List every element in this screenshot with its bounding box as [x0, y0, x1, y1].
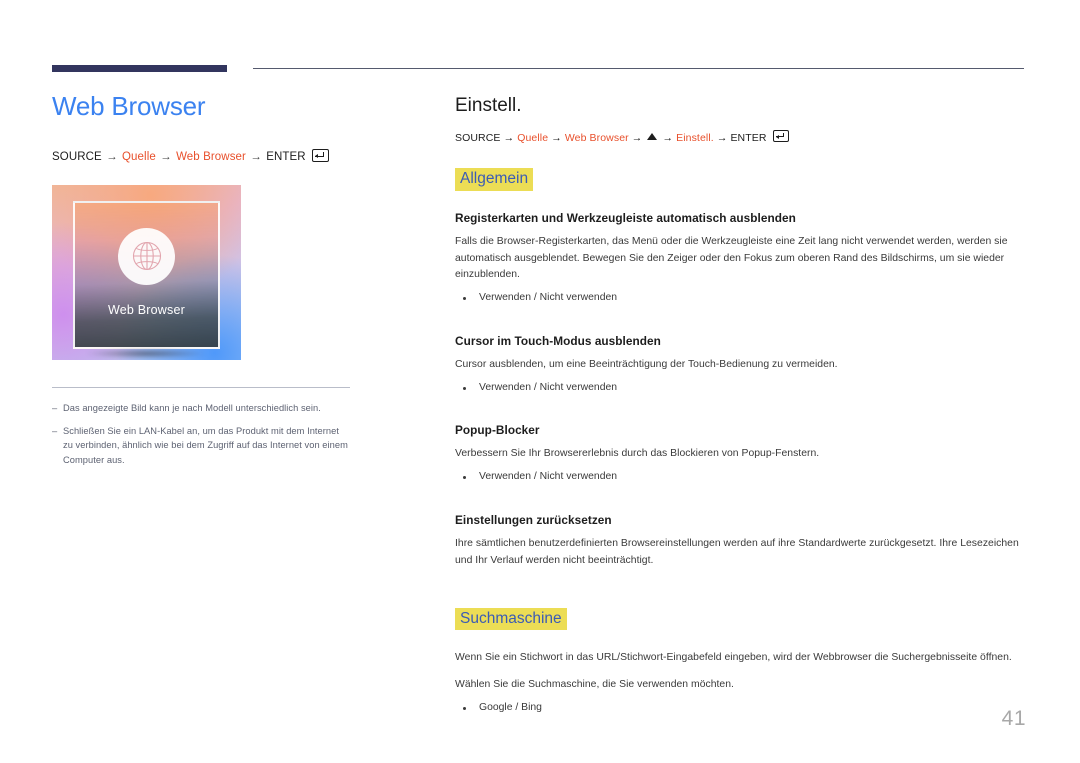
right-column: Einstell. SOURCE → Quelle → Web Browser … — [455, 95, 1025, 717]
setting-title: Cursor im Touch-Modus ausblenden — [455, 333, 661, 348]
setting-description: Verbessern Sie Ihr Browsererlebnis durch… — [455, 448, 820, 460]
setting-description: Cursor ausblenden, um eine Beeinträchtig… — [455, 358, 838, 370]
header-rule-line — [253, 68, 1024, 69]
arrow-icon: → — [503, 131, 515, 144]
setting-item: Popup-Blocker Verbessern Sie Ihr Browser… — [455, 423, 1025, 485]
setting-options: Verwenden / Nicht verwenden — [455, 469, 1025, 486]
arrow-icon: → — [631, 131, 643, 144]
setting-item: Einstellungen zurücksetzen Ihre sämtlich… — [455, 513, 1025, 570]
setting-item: Cursor im Touch-Modus ausblenden Cursor … — [455, 334, 1025, 396]
header-accent-bar — [52, 65, 227, 72]
note-text: Das angezeigte Bild kann je nach Modell … — [63, 402, 321, 413]
product-screenshot: Web Browser — [52, 184, 241, 360]
group-description-secondary: Wählen Sie die Suchmaschine, die Sie ver… — [455, 679, 734, 691]
note-item: – Das angezeigte Bild kann je nach Model… — [52, 401, 350, 415]
thumbnail-label: Web Browser — [108, 302, 185, 317]
arrow-icon: → — [250, 150, 262, 163]
arrow-icon: → — [716, 131, 728, 144]
option-item[interactable]: Verwenden / Nicht verwenden — [455, 380, 1025, 397]
breadcrumb-step-quelle: Quelle — [122, 150, 156, 163]
setting-title: Einstellungen zurücksetzen — [455, 512, 612, 527]
breadcrumb-left: SOURCE → Quelle → Web Browser → ENTER — [52, 148, 427, 163]
arrow-icon: → — [106, 150, 118, 163]
breadcrumb-step-web-browser: Web Browser — [176, 150, 246, 163]
option-item[interactable]: Google / Bing — [455, 700, 1025, 717]
group-suchmaschine: Suchmaschine Wenn Sie ein Stichwort in d… — [455, 576, 1025, 717]
setting-description: Falls die Browser-Registerkarten, das Me… — [455, 235, 1008, 281]
breadcrumb-step-einstell: Einstell. — [676, 131, 714, 144]
note-text: Schließen Sie ein LAN-Kabel an, um das P… — [63, 426, 348, 465]
thumbnail-tile: Web Browser — [73, 200, 220, 349]
breadcrumb-step-quelle: Quelle — [517, 131, 549, 144]
arrow-icon: → — [551, 131, 562, 144]
globe-icon — [118, 227, 175, 285]
setting-title: Popup-Blocker — [455, 423, 540, 438]
breadcrumb-step-web-browser: Web Browser — [564, 131, 629, 144]
left-column: Web Browser SOURCE → Quelle → Web Browse… — [52, 92, 427, 476]
breadcrumb-enter: ENTER — [730, 131, 767, 144]
note-dash: – — [52, 402, 58, 413]
breadcrumb-enter: ENTER — [266, 150, 306, 163]
setting-options: Verwenden / Nicht verwenden — [455, 380, 1025, 397]
thumbnail-shadow — [86, 348, 206, 358]
enter-key-icon — [772, 129, 789, 142]
note-dash: – — [52, 426, 58, 436]
breadcrumb-source: SOURCE — [455, 131, 501, 144]
setting-options: Google / Bing — [455, 700, 1025, 717]
breadcrumb-right: SOURCE → Quelle → Web Browser → → Einste… — [455, 129, 1025, 144]
setting-description: Ihre sämtlichen benutzerdefinierten Brow… — [455, 537, 1019, 566]
arrow-icon: → — [662, 131, 674, 144]
group-heading: Allgemein — [455, 167, 534, 191]
setting-title: Registerkarten und Werkzeugleiste automa… — [455, 210, 796, 225]
breadcrumb-source: SOURCE — [52, 150, 102, 163]
notes-list: – Das angezeigte Bild kann je nach Model… — [52, 386, 350, 468]
triangle-up-icon — [647, 132, 658, 140]
group-description: Wenn Sie ein Stichwort in das URL/Stichw… — [455, 652, 1012, 664]
enter-key-icon — [311, 148, 329, 162]
page-title: Web Browser — [52, 91, 206, 121]
page-number: 41 — [1001, 707, 1026, 730]
setting-item: Registerkarten und Werkzeugleiste automa… — [455, 211, 1025, 307]
section-title: Einstell. — [455, 95, 522, 116]
group-heading: Suchmaschine — [455, 607, 567, 631]
thumbnail-background: Web Browser — [52, 184, 241, 360]
option-item[interactable]: Verwenden / Nicht verwenden — [455, 290, 1025, 307]
arrow-icon: → — [160, 150, 172, 163]
setting-options: Verwenden / Nicht verwenden — [455, 290, 1025, 307]
option-item[interactable]: Verwenden / Nicht verwenden — [455, 469, 1025, 486]
note-item: – Schließen Sie ein LAN-Kabel an, um das… — [52, 424, 350, 467]
group-allgemein: Allgemein Registerkarten und Werkzeuglei… — [455, 167, 1025, 570]
